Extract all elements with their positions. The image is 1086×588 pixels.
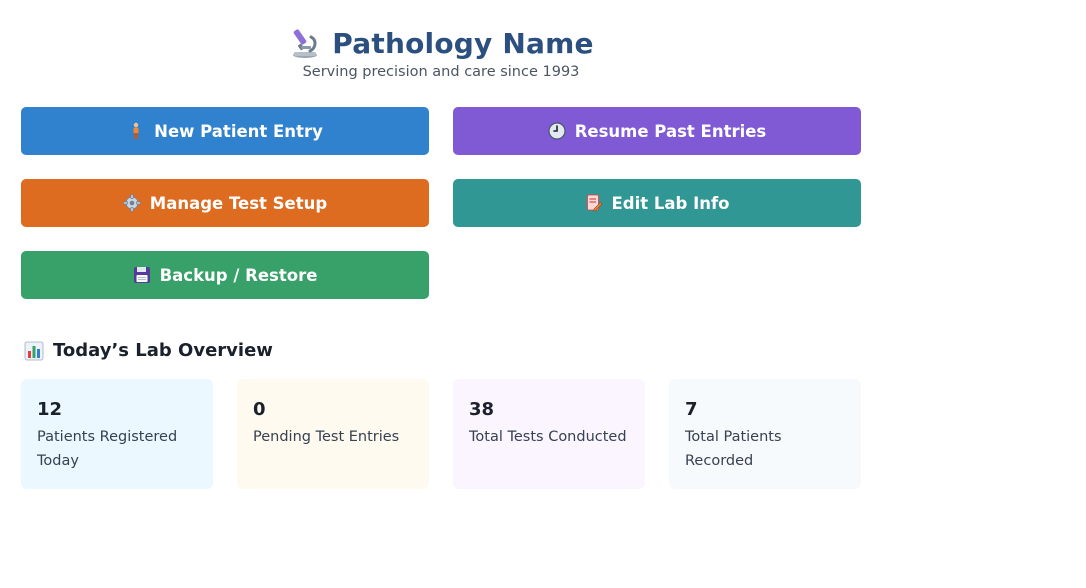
document-pencil-icon [586, 194, 602, 212]
edit-lab-info-button[interactable]: Edit Lab Info [453, 179, 861, 227]
new-patient-entry-button[interactable]: New Patient Entry [21, 107, 429, 155]
overview-heading-label: Today’s Lab Overview [53, 340, 273, 361]
stat-card-total-patients: 7 Total Patients Recorded [669, 379, 861, 489]
stat-value: 38 [469, 399, 495, 420]
new-patient-entry-label: New Patient Entry [154, 121, 323, 141]
overview-heading: Today’s Lab Overview [24, 340, 273, 361]
clock-icon [548, 122, 566, 140]
resume-past-entries-button[interactable]: Resume Past Entries [453, 107, 861, 155]
header: Pathology Name Serving precision and car… [21, 22, 861, 80]
stat-value: 12 [37, 399, 63, 420]
edit-lab-info-label: Edit Lab Info [611, 193, 730, 213]
backup-restore-button[interactable]: Backup / Restore [21, 251, 429, 299]
microscope-icon [293, 29, 318, 58]
stat-card-patients-today: 12 Patients Registered Today [21, 379, 213, 489]
page-subtitle: Serving precision and care since 1993 [302, 64, 580, 80]
resume-past-entries-label: Resume Past Entries [574, 121, 767, 141]
person-icon [133, 122, 139, 139]
page-title: Pathology Name [332, 26, 594, 60]
stat-label: Patients Registered Today [37, 429, 178, 469]
manage-test-setup-label: Manage Test Setup [149, 193, 328, 213]
stat-label: Total Tests Conducted [469, 429, 627, 445]
bar-chart-icon [24, 341, 44, 360]
backup-restore-label: Backup / Restore [159, 265, 318, 285]
stat-label: Pending Test Entries [253, 429, 400, 445]
floppy-disk-icon [133, 267, 150, 283]
dashboard-page: Pathology Name Serving precision and car… [0, 0, 1086, 588]
title-row: Pathology Name [21, 22, 861, 64]
gear-icon [122, 194, 141, 212]
stat-card-pending-entries: 0 Pending Test Entries [237, 379, 429, 489]
stat-value: 7 [685, 399, 698, 420]
stat-value: 0 [253, 399, 266, 420]
stat-card-total-tests: 38 Total Tests Conducted [453, 379, 645, 489]
stat-label: Total Patients Recorded [685, 429, 782, 469]
manage-test-setup-button[interactable]: Manage Test Setup [21, 179, 429, 227]
